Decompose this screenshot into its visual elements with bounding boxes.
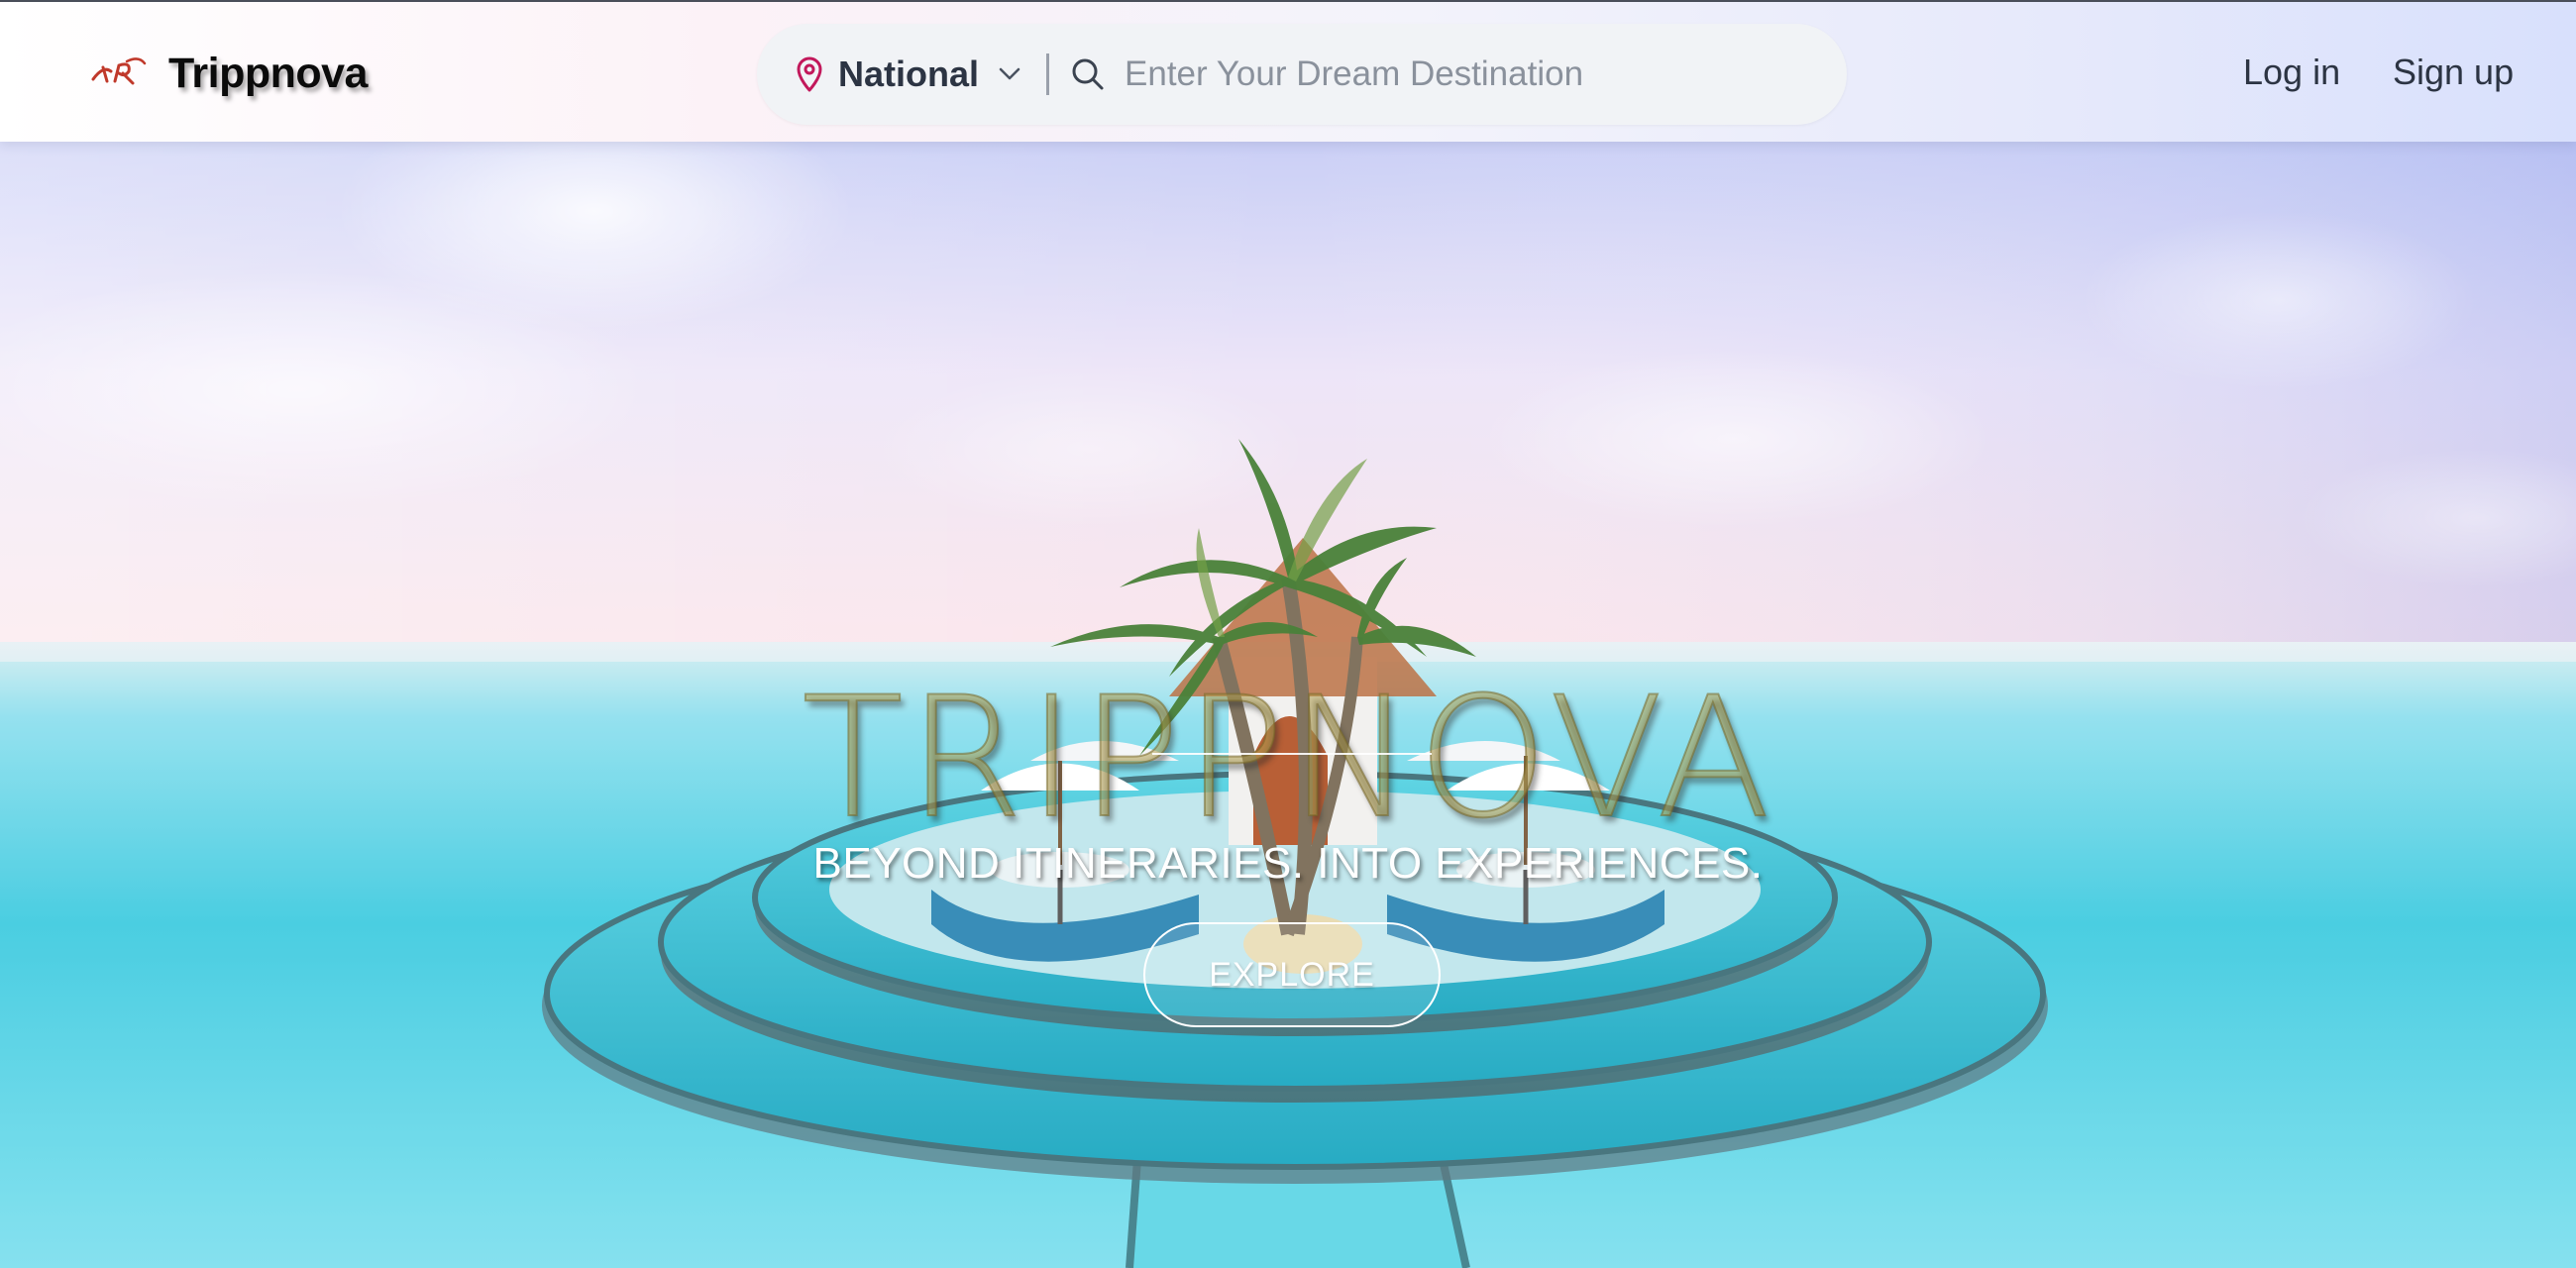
search-divider	[1046, 53, 1050, 95]
page: TRIPPNOVA BEYOND ITINERARIES. INTO EXPER…	[0, 0, 2576, 1268]
login-link[interactable]: Log in	[2243, 52, 2340, 93]
hero-tagline: BEYOND ITINERARIES. INTO EXPERIENCES.	[812, 839, 1764, 888]
map-pin-icon	[797, 56, 822, 92]
navbar: Trippnova National Log in Sign up	[0, 0, 2576, 142]
hero-divider	[1152, 753, 1432, 755]
signup-link[interactable]: Sign up	[2393, 52, 2514, 93]
search-input[interactable]	[1125, 50, 1819, 99]
explore-button[interactable]: EXPLORE	[1143, 922, 1441, 1027]
brand-logo-icon	[91, 57, 147, 85]
search-bar: National	[757, 24, 1847, 125]
hero-section: TRIPPNOVA BEYOND ITINERARIES. INTO EXPER…	[0, 142, 2576, 1268]
search-icon	[1072, 58, 1104, 90]
hero-title: TRIPPNOVA	[801, 660, 1774, 855]
region-select[interactable]: National	[795, 45, 1020, 104]
region-select-value: National	[838, 53, 980, 94]
brand[interactable]: Trippnova	[89, 46, 368, 101]
brand-name: Trippnova	[168, 49, 368, 97]
chevron-down-icon	[999, 67, 1020, 80]
